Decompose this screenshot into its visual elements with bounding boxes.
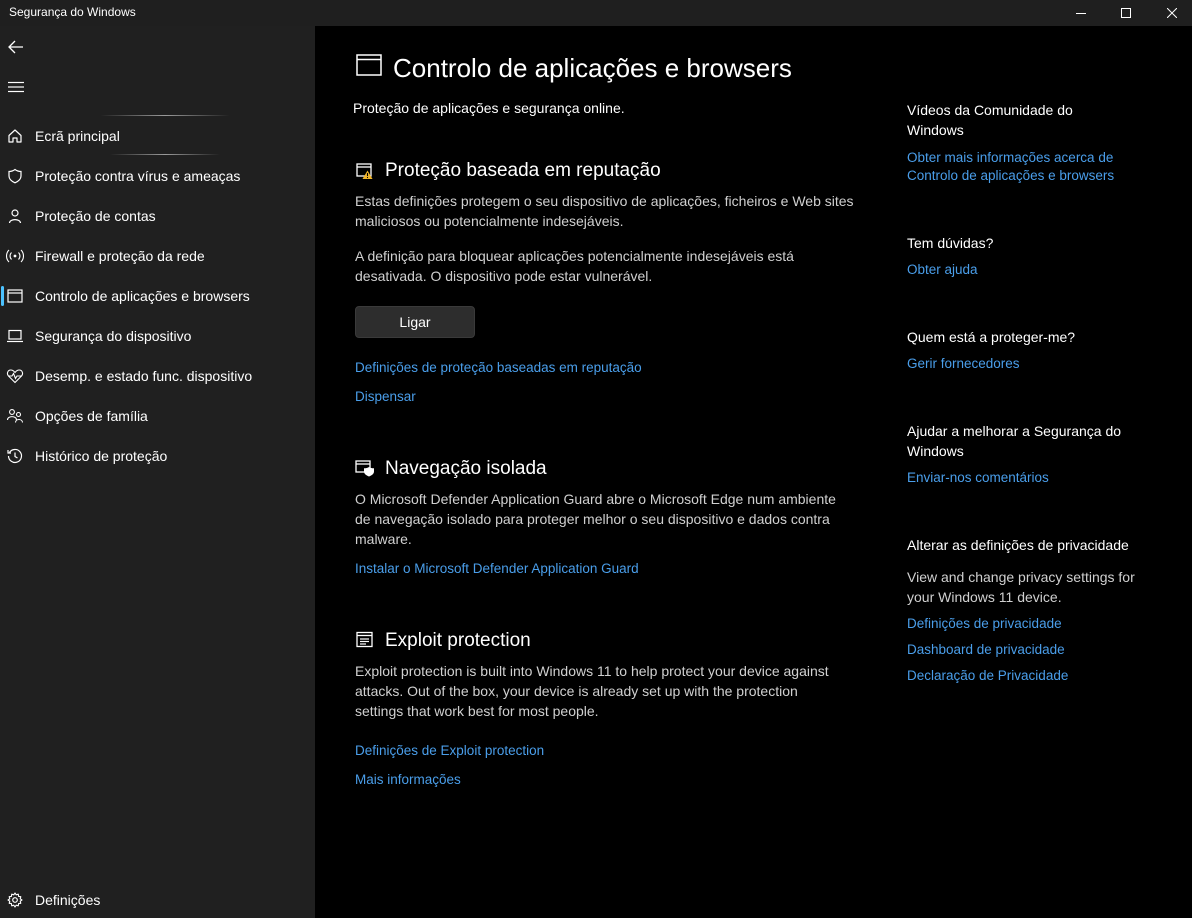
family-icon [6, 407, 24, 425]
hover-glow [100, 115, 230, 116]
home-icon [6, 127, 24, 145]
person-icon [6, 207, 24, 225]
sidebar: Ecrã principal Proteção contra vírus e a… [0, 26, 315, 918]
sidebar-item-label: Controlo de aplicações e browsers [35, 288, 250, 304]
sidebar-item-device-security[interactable]: Segurança do dispositivo [0, 318, 315, 354]
sidebar-item-device-performance[interactable]: Desemp. e estado func. dispositivo [0, 358, 315, 394]
privacy-settings-link[interactable]: Definições de privacidade [907, 615, 1167, 633]
close-icon [1167, 8, 1177, 18]
window-title: Segurança do Windows [9, 5, 136, 19]
minimize-icon [1076, 13, 1086, 14]
improve-heading: Ajudar a melhorar a Segurança do Windows [907, 423, 1122, 459]
sidebar-item-settings[interactable]: Definições [0, 882, 315, 918]
isolated-browsing-description: O Microsoft Defender Application Guard a… [355, 491, 836, 547]
page-title: Controlo de aplicações e browsers [393, 53, 792, 83]
sidebar-item-home[interactable]: Ecrã principal [0, 118, 315, 154]
dismiss-link[interactable]: Dispensar [355, 389, 416, 404]
who-protects-heading: Quem está a proteger-me? [907, 329, 1076, 345]
back-arrow-icon [8, 40, 23, 54]
manage-providers-link[interactable]: Gerir fornecedores [907, 355, 1167, 373]
exploit-protection-title: Exploit protection [385, 630, 531, 651]
reputation-description: Estas definições protegem o seu disposit… [355, 193, 854, 229]
laptop-icon [6, 327, 24, 345]
hamburger-icon [8, 81, 24, 93]
privacy-statement-link[interactable]: Declaração de Privacidade [907, 667, 1167, 685]
more-info-link[interactable]: Mais informações [355, 772, 461, 787]
reputation-warning-text: A definição para bloquear aplicações pot… [355, 248, 794, 284]
sidebar-item-label: Opções de família [35, 408, 148, 424]
sidebar-item-label: Firewall e proteção da rede [35, 248, 205, 264]
sidebar-item-label: Proteção de contas [35, 208, 156, 224]
privacy-heading: Alterar as definições de privacidade [907, 537, 1129, 553]
sidebar-item-label: Segurança do dispositivo [35, 328, 192, 344]
hover-glow [110, 154, 220, 155]
privacy-description: View and change privacy settings for you… [907, 569, 1135, 605]
sidebar-item-label: Ecrã principal [35, 128, 120, 144]
hamburger-menu-button[interactable] [5, 76, 27, 98]
settings-label: Definições [35, 892, 101, 908]
reputation-settings-link[interactable]: Definições de proteção baseadas em reput… [355, 360, 642, 375]
isolated-browsing-icon [355, 458, 375, 478]
questions-heading: Tem dúvidas? [907, 235, 994, 251]
antenna-icon [6, 247, 24, 265]
exploit-settings-link[interactable]: Definições de Exploit protection [355, 743, 544, 758]
exploit-protection-description: Exploit protection is built into Windows… [355, 663, 829, 719]
back-button[interactable] [5, 36, 27, 58]
get-help-link[interactable]: Obter ajuda [907, 261, 1167, 279]
shield-icon [6, 167, 24, 185]
minimize-button[interactable] [1058, 0, 1104, 26]
sidebar-item-accounts[interactable]: Proteção de contas [0, 198, 315, 234]
page-subtitle: Proteção de aplicações e segurança onlin… [353, 100, 625, 116]
sidebar-item-app-browser-control[interactable]: Controlo de aplicações e browsers [0, 278, 315, 314]
heart-pulse-icon [6, 367, 24, 385]
maximize-button[interactable] [1103, 0, 1149, 26]
history-icon [6, 447, 24, 465]
reputation-shield-warning-icon [355, 161, 375, 181]
install-app-guard-link[interactable]: Instalar o Microsoft Defender Applicatio… [355, 561, 639, 576]
exploit-protection-icon [355, 630, 375, 650]
sidebar-item-protection-history[interactable]: Histórico de proteção [0, 438, 315, 474]
sidebar-item-label: Proteção contra vírus e ameaças [35, 168, 241, 184]
title-bar: Segurança do Windows [0, 0, 1192, 26]
gear-icon [6, 891, 24, 909]
sidebar-item-label: Desemp. e estado func. dispositivo [35, 368, 253, 384]
turn-on-button[interactable]: Ligar [355, 306, 475, 338]
app-window-icon [356, 54, 382, 81]
sidebar-item-virus-protection[interactable]: Proteção contra vírus e ameaças [0, 158, 315, 194]
community-videos-heading: Vídeos da Comunidade do Windows [907, 102, 1073, 138]
sidebar-item-family-options[interactable]: Opções de família [0, 398, 315, 434]
sidebar-item-firewall[interactable]: Firewall e proteção da rede [0, 238, 315, 274]
privacy-dashboard-link[interactable]: Dashboard de privacidade [907, 641, 1167, 659]
send-feedback-link[interactable]: Enviar-nos comentários [907, 469, 1167, 487]
community-learn-more-link[interactable]: Obter mais informações acerca de Control… [907, 149, 1137, 185]
close-button[interactable] [1149, 0, 1192, 26]
maximize-icon [1121, 8, 1131, 18]
reputation-section-title: Proteção baseada em reputação [385, 160, 661, 181]
isolated-browsing-title: Navegação isolada [385, 458, 547, 479]
sidebar-item-label: Histórico de proteção [35, 448, 168, 464]
app-window-icon [6, 287, 24, 305]
